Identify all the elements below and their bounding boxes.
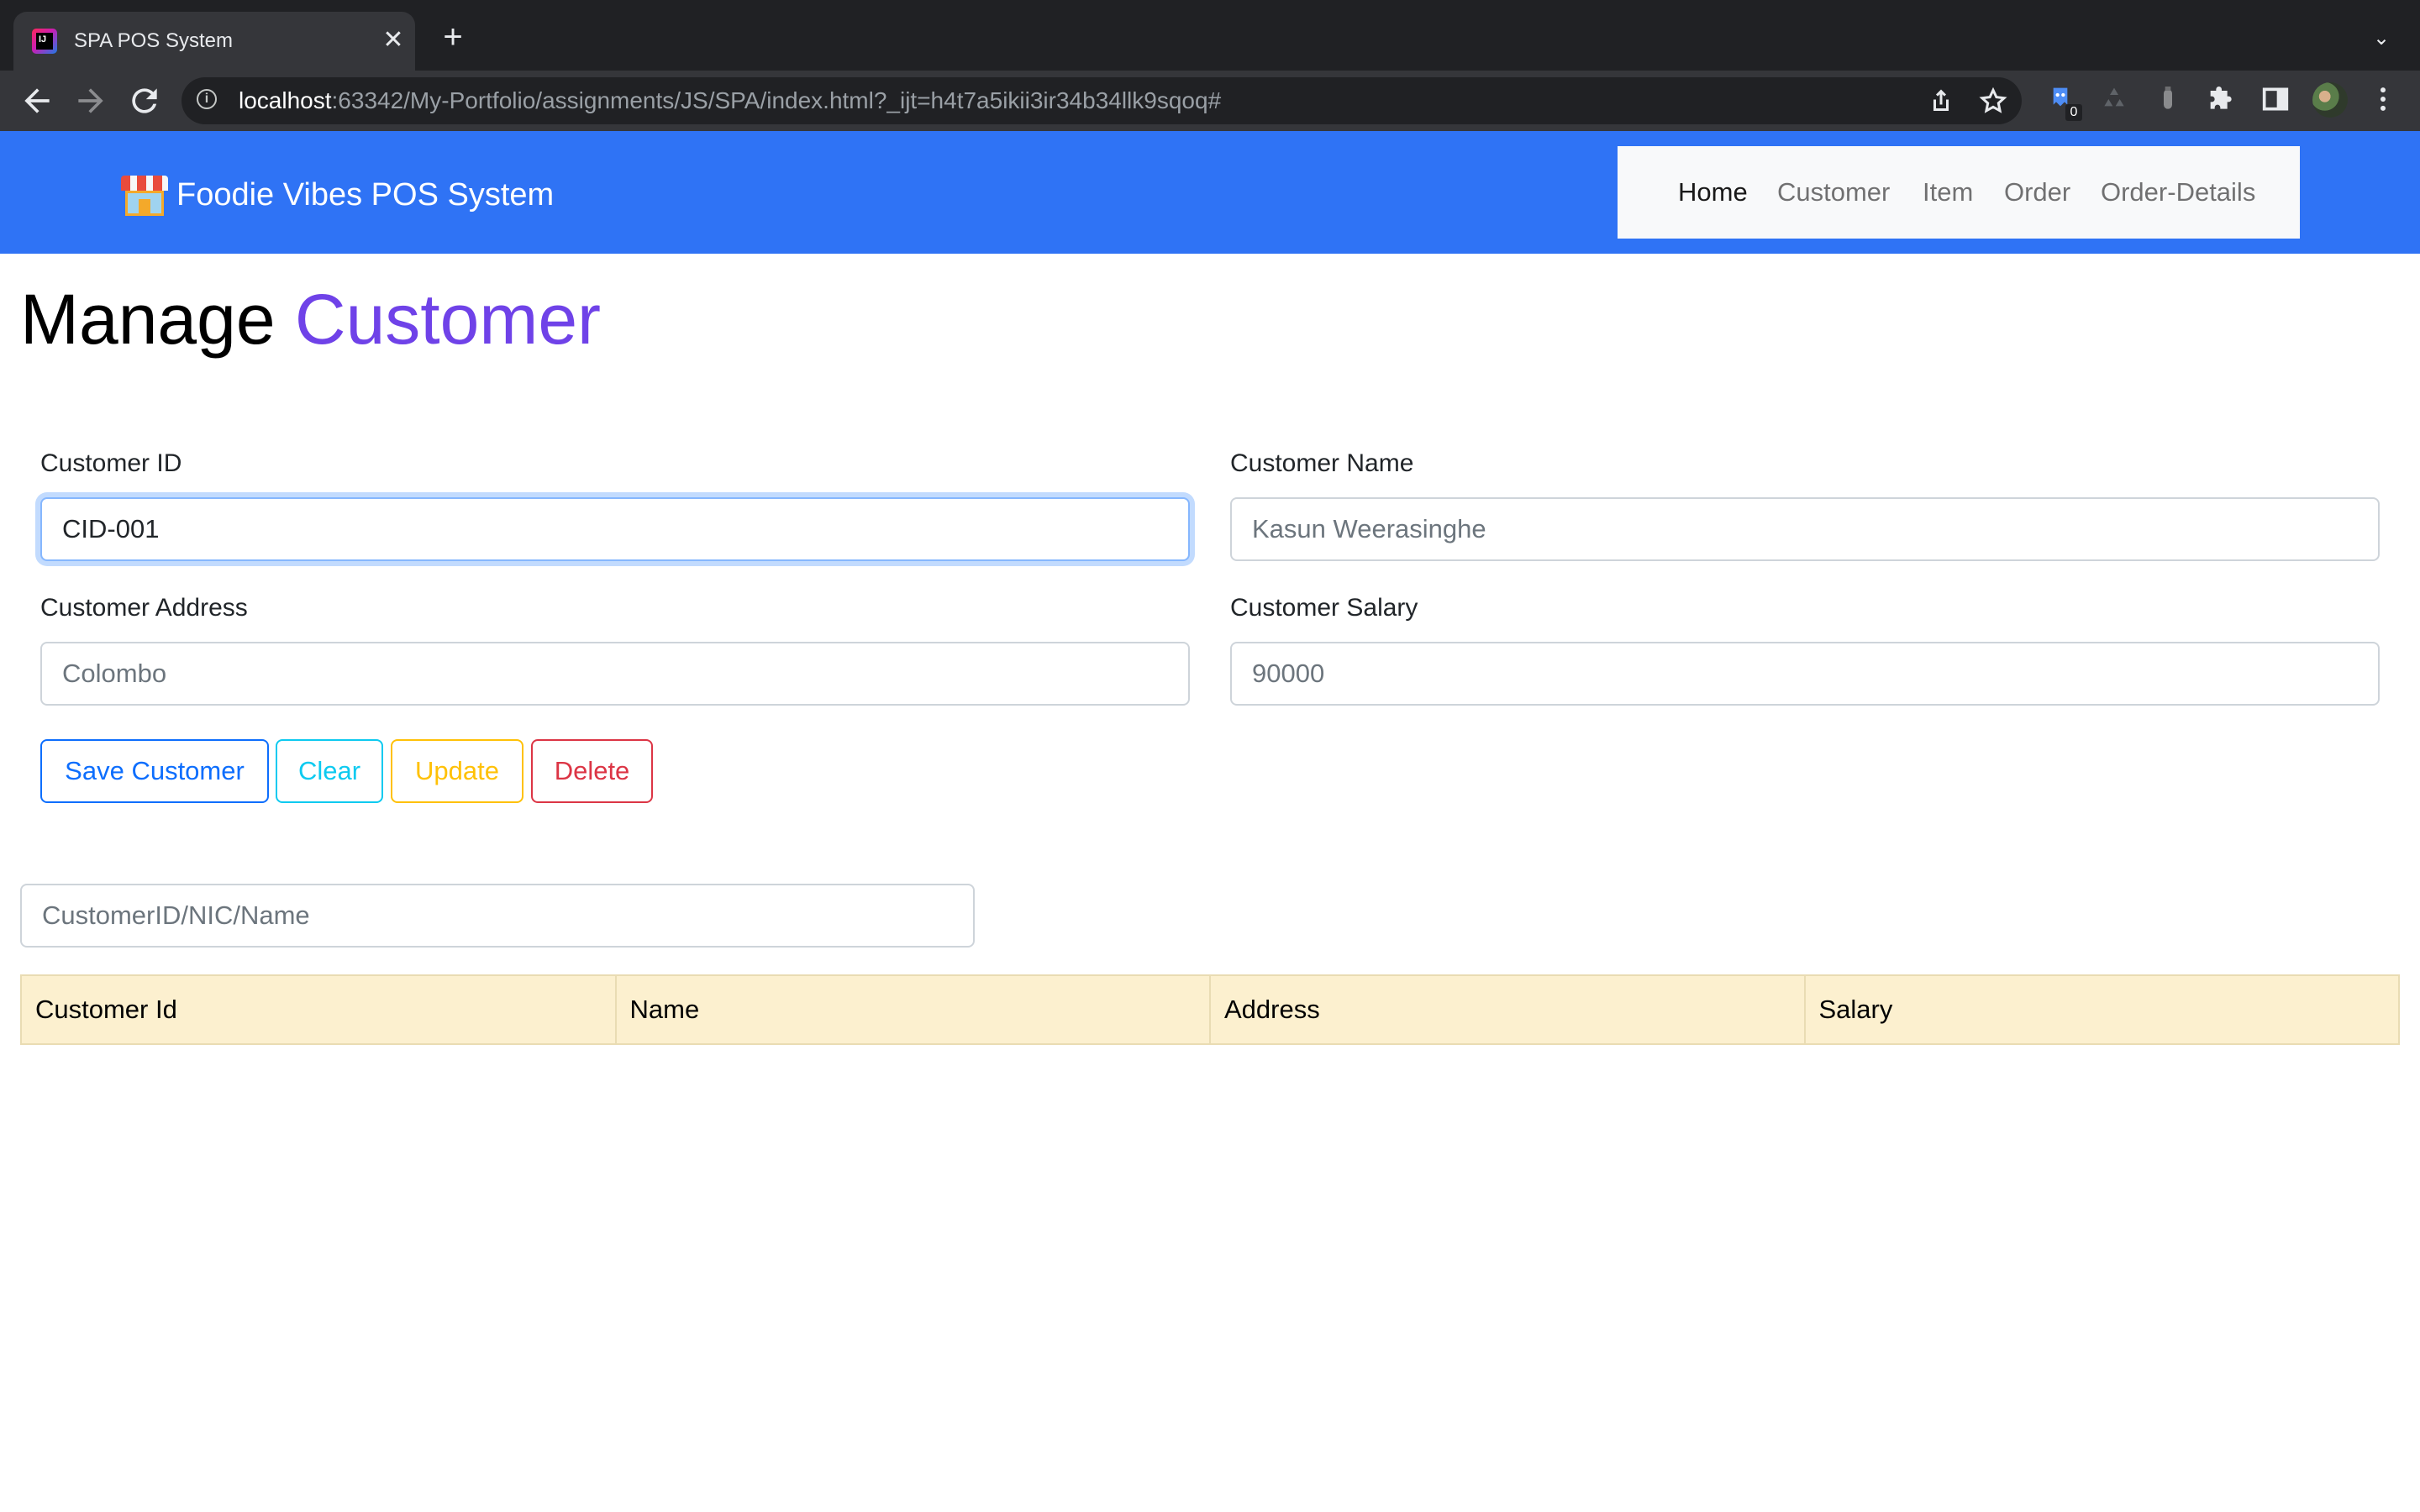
- back-arrow-icon[interactable]: [18, 82, 55, 119]
- customer-salary-input[interactable]: [1230, 642, 2380, 706]
- store-icon: [121, 172, 168, 218]
- nav-link-item[interactable]: Item: [1923, 175, 1973, 210]
- clear-button[interactable]: Clear: [276, 739, 383, 803]
- customer-salary-label: Customer Salary: [1230, 594, 1418, 622]
- reload-icon[interactable]: [126, 82, 163, 119]
- delete-button[interactable]: Delete: [531, 739, 653, 803]
- nav-link-order[interactable]: Order: [2004, 175, 2070, 210]
- nav-link-home[interactable]: Home: [1678, 175, 1748, 210]
- column-header-address[interactable]: Address: [1209, 974, 1806, 1045]
- puzzle-icon[interactable]: [2205, 82, 2238, 116]
- customer-id-input[interactable]: [40, 497, 1190, 561]
- share-icon[interactable]: [1926, 86, 1956, 116]
- tab-title: SPA POS System: [74, 29, 233, 52]
- new-tab-icon[interactable]: +: [434, 18, 472, 57]
- browser-toolbar: i localhost:63342/My-Portfolio/assignmen…: [0, 71, 2420, 131]
- star-icon[interactable]: [1978, 86, 2008, 116]
- nav-menu: Home Customer Item Order Order-Details: [1618, 146, 2300, 239]
- brand[interactable]: Foodie Vibes POS System: [121, 170, 554, 220]
- customer-address-label: Customer Address: [40, 594, 248, 622]
- nav-link-order-details[interactable]: Order-Details: [2101, 175, 2255, 210]
- menu-dots-icon[interactable]: [2366, 82, 2400, 116]
- page-title: Manage Customer: [20, 277, 601, 361]
- chevron-down-icon[interactable]: ⌄: [2366, 24, 2396, 54]
- nav-link-customer[interactable]: Customer: [1777, 175, 1890, 210]
- browser-tab-strip: IJ SPA POS System ✕ + ⌄: [0, 0, 2420, 71]
- customer-search-input[interactable]: [20, 884, 975, 948]
- column-header-salary[interactable]: Salary: [1803, 974, 2400, 1045]
- brand-name: Foodie Vibes POS System: [176, 177, 555, 213]
- customer-name-input[interactable]: [1230, 497, 2380, 561]
- customer-address-input[interactable]: [40, 642, 1190, 706]
- recycle-icon[interactable]: [2097, 82, 2131, 116]
- info-icon[interactable]: i: [197, 89, 217, 109]
- customer-name-label: Customer Name: [1230, 449, 1414, 477]
- profile-avatar[interactable]: [2312, 82, 2348, 118]
- forward-arrow-icon[interactable]: [72, 82, 109, 119]
- intellij-favicon-icon: IJ: [32, 29, 57, 54]
- top-navbar: Foodie Vibes POS System Home Customer It…: [0, 131, 2420, 254]
- table-header-row: Customer Id Name Address Salary: [20, 974, 2400, 1045]
- browser-tab[interactable]: IJ SPA POS System ✕: [13, 12, 415, 71]
- customer-table: Customer Id Name Address Salary: [20, 974, 2400, 1045]
- customer-id-label: Customer ID: [40, 449, 182, 477]
- close-tab-icon[interactable]: ✕: [378, 25, 408, 55]
- page-title-accent: Customer: [294, 280, 602, 359]
- bottle-icon[interactable]: [2151, 82, 2185, 116]
- url-text[interactable]: localhost:63342/My-Portfolio/assignments…: [239, 88, 1221, 113]
- address-bar[interactable]: i localhost:63342/My-Portfolio/assignmen…: [182, 77, 2022, 124]
- update-button[interactable]: Update: [391, 739, 523, 803]
- column-header-name[interactable]: Name: [614, 974, 1211, 1045]
- save-customer-button[interactable]: Save Customer: [40, 739, 269, 803]
- page-title-main: Manage: [20, 280, 276, 359]
- sidepanel-icon[interactable]: [2259, 82, 2292, 116]
- column-header-customer-id[interactable]: Customer Id: [20, 974, 617, 1045]
- extension-badge: 0: [2065, 104, 2082, 121]
